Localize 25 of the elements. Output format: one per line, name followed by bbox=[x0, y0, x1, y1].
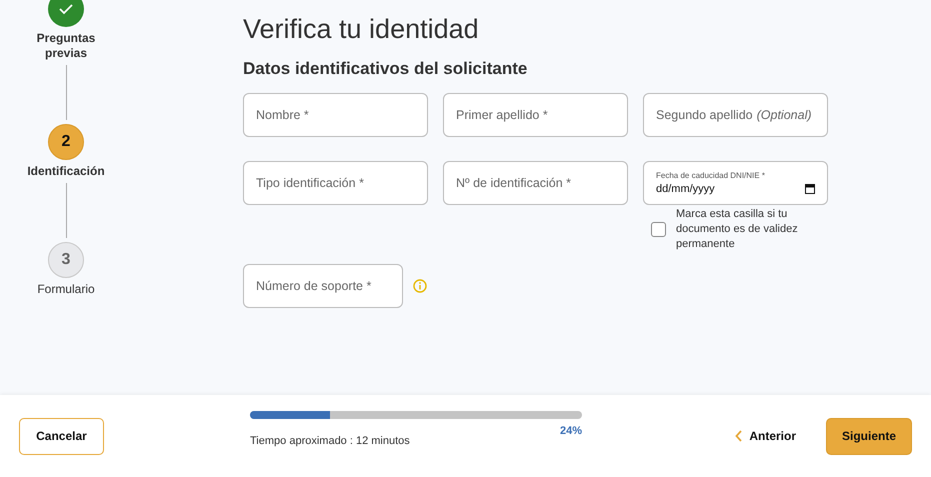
input-field[interactable]: Número de soporte * bbox=[243, 264, 403, 308]
page-title: Verifica tu identidad bbox=[243, 14, 480, 45]
input-field[interactable]: Nombre * bbox=[243, 93, 428, 137]
next-button[interactable]: Siguiente bbox=[826, 418, 912, 454]
checkbox-label: Marca esta casilla si tu documento es de validez permanente bbox=[676, 207, 799, 252]
input-field[interactable]: Nº de identificación * bbox=[443, 161, 628, 205]
time-estimate: Tiempo aproximado : 12 minutos bbox=[250, 435, 410, 447]
info-icon[interactable] bbox=[413, 279, 427, 293]
cancel-button[interactable]: Cancelar bbox=[19, 418, 104, 454]
check-icon bbox=[59, 3, 73, 15]
section-title: Datos identificativos del solicitante bbox=[243, 59, 528, 79]
input-field[interactable]: Tipo identificación * bbox=[243, 161, 428, 205]
step-label: Identificación bbox=[26, 164, 106, 179]
back-button[interactable]: Anterior bbox=[735, 429, 796, 443]
calendar-icon[interactable] bbox=[805, 184, 815, 194]
step-number: 2 bbox=[48, 124, 84, 160]
input-field[interactable]: Primer apellido * bbox=[443, 93, 628, 137]
checkbox[interactable] bbox=[651, 222, 666, 237]
step-label: Preguntas previas bbox=[36, 31, 96, 61]
chevron-left-icon bbox=[735, 430, 744, 442]
step-number: 3 bbox=[48, 242, 84, 278]
input-field[interactable]: Segundo apellido (Optional) bbox=[643, 93, 828, 137]
progress-percent: 24% bbox=[560, 425, 582, 439]
date-field[interactable]: Fecha de caducidad DNI/NIE * dd/mm/yyyy bbox=[643, 161, 828, 205]
step-label: Formulario bbox=[36, 282, 96, 297]
